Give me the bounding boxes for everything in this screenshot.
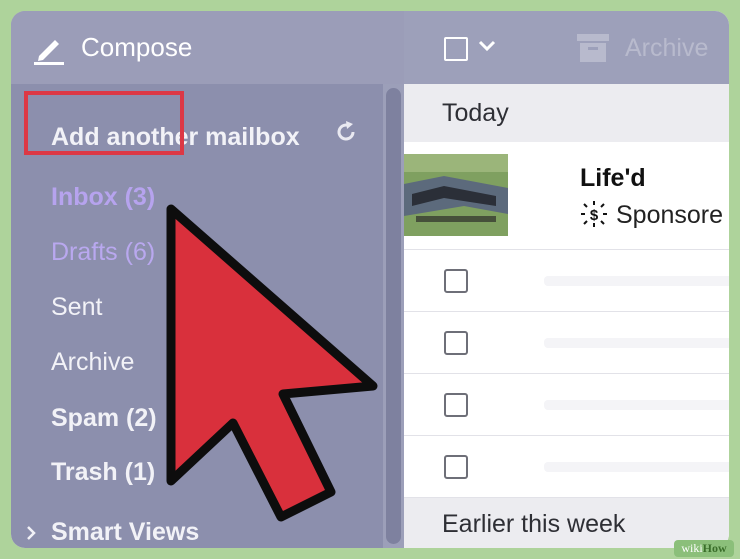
wikihow-watermark: wiki How — [674, 540, 734, 557]
ad-sponsored-line: $ Sponsore — [580, 200, 723, 230]
svg-text:$: $ — [590, 207, 599, 224]
message-preview-placeholder — [544, 338, 729, 348]
dollar-badge-icon: $ — [580, 200, 608, 228]
sidebar-scrollbar[interactable] — [383, 84, 404, 548]
archive-button[interactable]: Archive — [625, 34, 708, 63]
message-row[interactable] — [404, 312, 729, 374]
message-preview-placeholder — [544, 276, 729, 286]
folder-trash[interactable]: Trash (1) — [51, 458, 155, 487]
folder-sent[interactable]: Sent — [51, 293, 102, 322]
select-all-checkbox[interactable] — [444, 37, 468, 61]
compose-button[interactable]: Compose — [11, 11, 404, 84]
message-preview-placeholder — [544, 400, 729, 410]
folder-drafts[interactable]: Drafts (6) — [51, 238, 155, 267]
ad-sponsored-label: Sponsore — [616, 201, 724, 229]
message-toolbar: Archive — [404, 11, 729, 84]
watermark-wiki: wiki — [681, 541, 703, 555]
chevron-right-icon[interactable] — [25, 525, 37, 546]
message-checkbox[interactable] — [444, 393, 468, 417]
inbox-highlight-box — [24, 91, 184, 155]
message-row[interactable] — [404, 374, 729, 436]
section-today-label: Today — [442, 99, 509, 127]
watermark-how: How — [702, 541, 727, 555]
folder-spam[interactable]: Spam (2) — [51, 404, 157, 433]
folder-inbox[interactable]: Inbox (3) — [51, 183, 155, 212]
ad-thumbnail — [404, 154, 508, 236]
message-checkbox[interactable] — [444, 269, 468, 293]
message-row[interactable] — [404, 436, 729, 498]
section-earlier-label: Earlier this week — [442, 510, 626, 538]
section-today: Today — [404, 84, 729, 142]
mail-window: Compose Add another mailbox Inbox (3) Dr… — [11, 11, 729, 548]
message-preview-placeholder — [544, 462, 729, 472]
archive-box-icon[interactable] — [576, 33, 610, 68]
message-checkbox[interactable] — [444, 455, 468, 479]
folder-archive[interactable]: Archive — [51, 348, 134, 377]
sponsored-row[interactable]: Life'd $ Sponsore — [404, 142, 729, 250]
refresh-icon[interactable] — [333, 119, 359, 145]
compose-label: Compose — [81, 32, 193, 62]
chevron-down-icon[interactable] — [478, 39, 496, 58]
scrollbar-thumb[interactable] — [386, 88, 401, 544]
ad-sender: Life'd — [580, 164, 646, 192]
message-checkbox[interactable] — [444, 331, 468, 355]
sidebar: Compose Add another mailbox Inbox (3) Dr… — [11, 11, 404, 548]
folder-smart-views[interactable]: Smart Views — [51, 518, 199, 547]
message-row[interactable] — [404, 250, 729, 312]
pencil-icon — [29, 28, 69, 68]
